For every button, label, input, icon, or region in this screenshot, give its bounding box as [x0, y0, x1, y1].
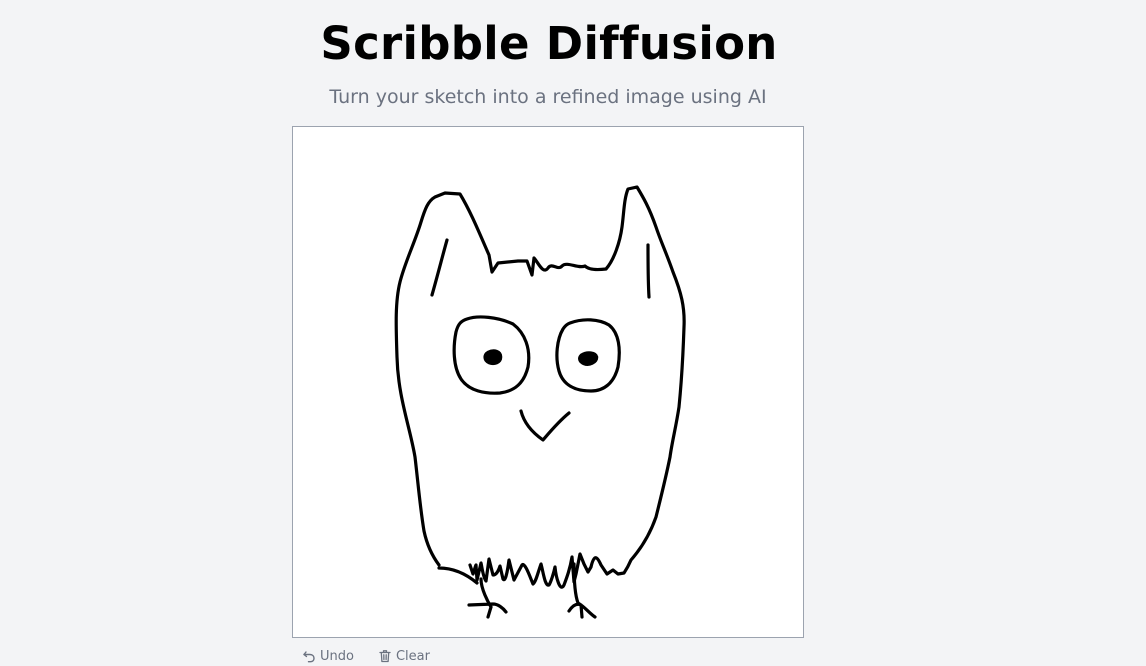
- clear-button[interactable]: Clear: [378, 646, 430, 666]
- owl-left-foot: [467, 577, 508, 619]
- owl-left-ear-line: [430, 238, 449, 297]
- undo-label: Undo: [320, 648, 354, 664]
- owl-sketch-drawing: [394, 185, 686, 619]
- canvas-toolbar: Undo Clear: [302, 646, 430, 666]
- owl-right-ear-line: [646, 243, 651, 299]
- owl-beak: [519, 409, 571, 442]
- trash-icon: [378, 649, 392, 663]
- page-subtitle: Turn your sketch into a refined image us…: [329, 86, 767, 108]
- undo-button[interactable]: Undo: [302, 646, 354, 666]
- owl-body-outline: [394, 185, 686, 589]
- undo-arrow-icon: [302, 649, 316, 663]
- owl-right-foot: [567, 562, 597, 619]
- owl-right-pupil: [578, 351, 599, 366]
- clear-label: Clear: [395, 648, 430, 664]
- owl-left-pupil: [483, 349, 503, 366]
- page-title: Scribble Diffusion: [320, 17, 778, 70]
- sketch-canvas[interactable]: [292, 126, 804, 638]
